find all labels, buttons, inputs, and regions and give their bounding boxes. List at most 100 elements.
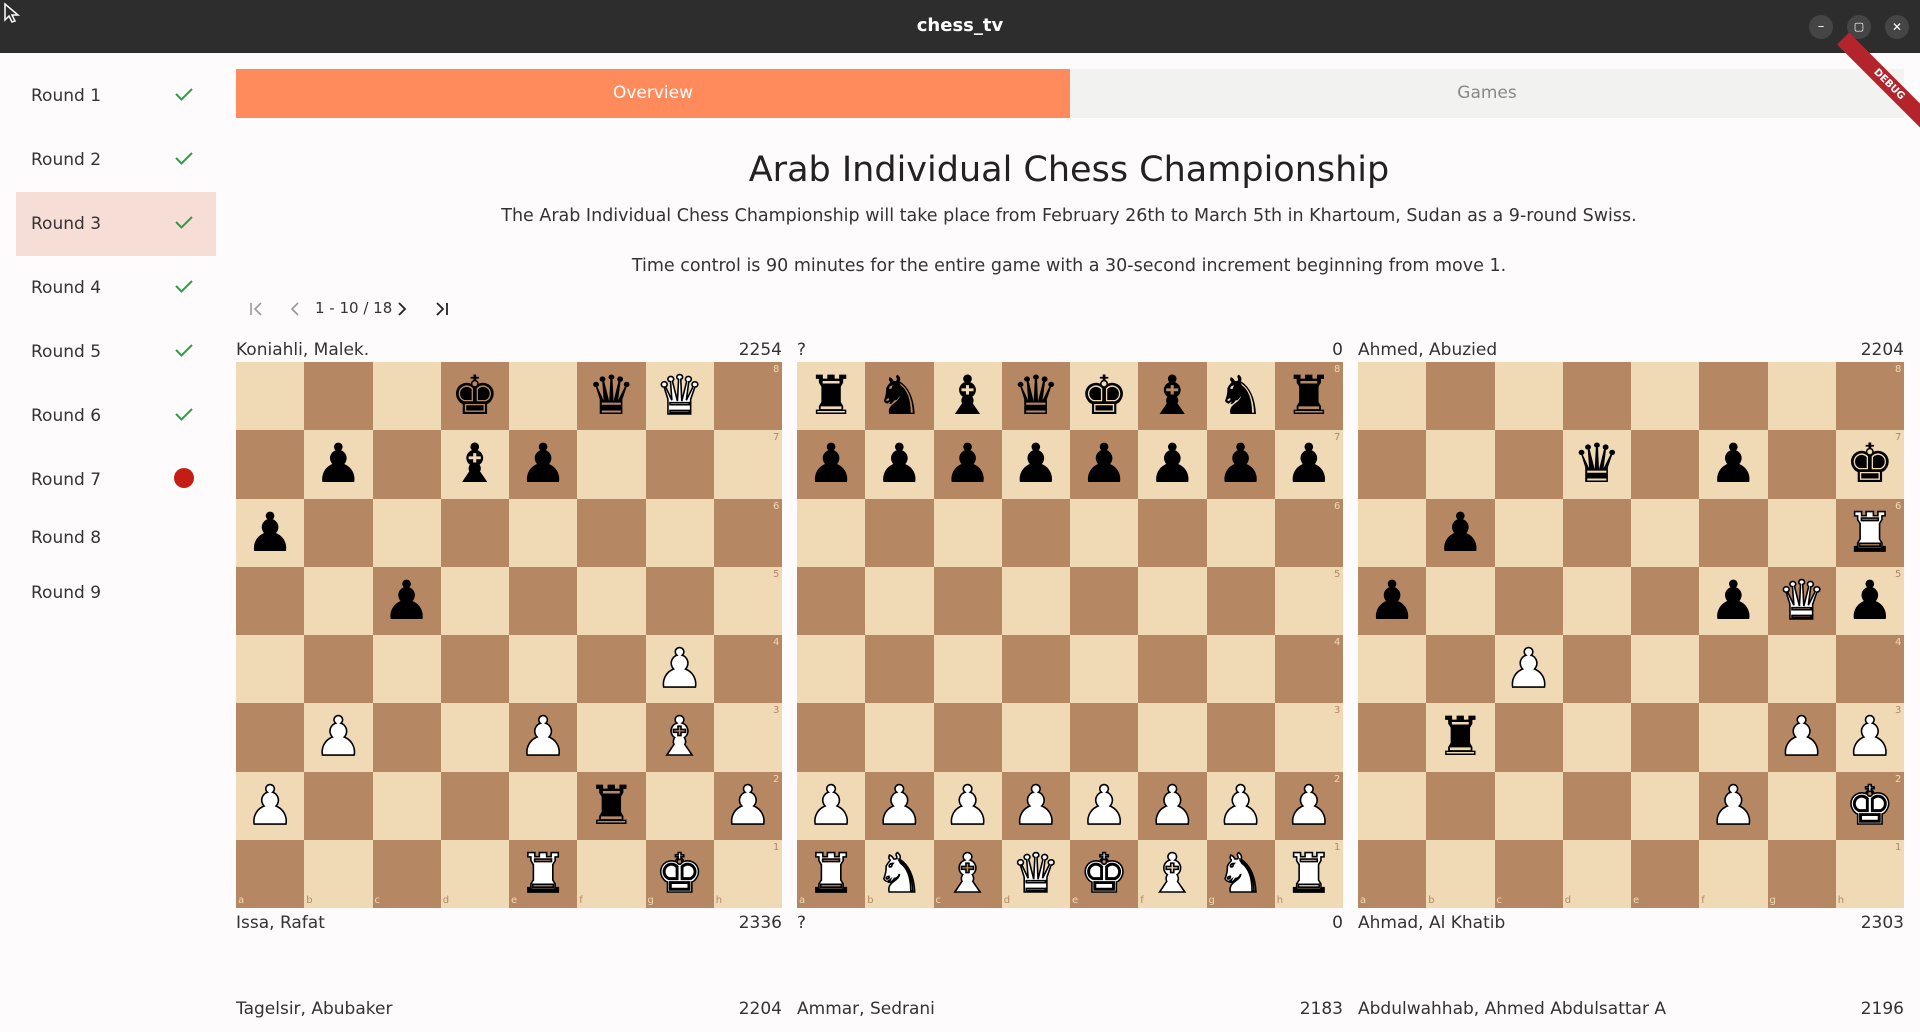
board-square[interactable] [1562, 498, 1631, 567]
board-square[interactable] [1562, 362, 1631, 431]
board-square[interactable] [1358, 498, 1427, 567]
board-square[interactable] [1426, 430, 1495, 499]
board-square[interactable] [1699, 498, 1768, 567]
game-card[interactable]: ? 0 8 7 6 5 4 3 2 a b c d e f g 1 h ♜ ♞ ♝ ♛ ♚ ♝ ♞ ♜ ♟ ♟ ♟ ♟ ♟ ♟ ♟ ♟ ♟ ♟ ♟ ♟ ♟ ♟… [797, 339, 1343, 939]
board-square[interactable] [713, 703, 782, 772]
sidebar-item-round-5[interactable]: Round 5 [16, 320, 216, 384]
board-square[interactable] [713, 362, 782, 431]
board-square[interactable] [509, 566, 578, 635]
board-square[interactable] [1138, 703, 1207, 772]
board-square[interactable] [372, 635, 441, 704]
board-square[interactable] [1070, 498, 1139, 567]
board-square[interactable] [577, 703, 646, 772]
board-square[interactable] [865, 635, 934, 704]
board-square[interactable] [1206, 566, 1275, 635]
board-square[interactable] [577, 839, 646, 908]
board-square[interactable] [1494, 566, 1563, 635]
board-square[interactable] [1767, 771, 1836, 840]
board-square[interactable] [1835, 839, 1904, 908]
board-square[interactable] [1206, 635, 1275, 704]
tab-overview[interactable]: Overview [236, 69, 1070, 118]
game-card[interactable]: Ahmed, Abuzied 2204 8 7 6 5 4 3 2 a b c d e f g 1 h ♛ ♟ ♚ ♟ ♜ ♟… [1358, 339, 1904, 939]
board-square[interactable] [372, 430, 441, 499]
next-page-button[interactable] [389, 296, 415, 322]
board-square[interactable] [1426, 635, 1495, 704]
board-square[interactable] [1070, 703, 1139, 772]
sidebar-item-round-7[interactable]: Round 7 [16, 448, 216, 512]
chess-board[interactable]: 8 7 6 5 4 3 2 a b c d e f g 1 h ♚ ♛ ♛ ♟ ♝ ♟ ♟ ♟ ♟ ♟ ♟ ♝ ♟ ♜ ♟ ♜ ♚ [236, 362, 782, 908]
board-square[interactable] [645, 566, 714, 635]
board-square[interactable] [865, 703, 934, 772]
board-square[interactable] [372, 362, 441, 431]
board-square[interactable] [1631, 771, 1700, 840]
board-square[interactable] [1631, 498, 1700, 567]
board-square[interactable] [1631, 362, 1700, 431]
board-square[interactable] [797, 498, 866, 567]
chess-board[interactable]: 8 7 6 5 4 3 2 a b c d e f g 1 h ♛ ♟ ♚ ♟ ♜ ♟ ♟ ♛ ♟ ♟ ♜ ♟ ♟ ♟ ♚ [1358, 362, 1904, 908]
board-square[interactable] [1138, 566, 1207, 635]
board-square[interactable] [1494, 498, 1563, 567]
sidebar-item-round-4[interactable]: Round 4 [16, 256, 216, 320]
board-square[interactable] [236, 635, 305, 704]
board-square[interactable] [1358, 362, 1427, 431]
board-square[interactable] [1699, 703, 1768, 772]
board-square[interactable] [236, 430, 305, 499]
board-square[interactable] [1562, 771, 1631, 840]
board-square[interactable] [797, 703, 866, 772]
last-page-button[interactable] [429, 296, 455, 322]
board-square[interactable] [1835, 362, 1904, 431]
board-square[interactable] [1631, 430, 1700, 499]
board-square[interactable] [713, 635, 782, 704]
board-square[interactable] [1494, 771, 1563, 840]
board-square[interactable] [1562, 635, 1631, 704]
board-square[interactable] [713, 430, 782, 499]
board-square[interactable] [933, 566, 1002, 635]
board-square[interactable] [865, 566, 934, 635]
sidebar-item-round-1[interactable]: Round 1 [16, 64, 216, 128]
board-square[interactable] [1070, 635, 1139, 704]
board-square[interactable] [865, 498, 934, 567]
board-square[interactable] [1699, 839, 1768, 908]
board-square[interactable] [1767, 362, 1836, 431]
board-square[interactable] [1274, 703, 1343, 772]
tab-games[interactable]: Games [1070, 69, 1904, 118]
board-square[interactable] [1562, 839, 1631, 908]
board-square[interactable] [645, 771, 714, 840]
board-square[interactable] [1562, 566, 1631, 635]
board-square[interactable] [1001, 703, 1070, 772]
board-square[interactable] [713, 566, 782, 635]
board-square[interactable] [645, 498, 714, 567]
board-square[interactable] [304, 566, 373, 635]
sidebar-item-round-2[interactable]: Round 2 [16, 128, 216, 192]
board-square[interactable] [577, 498, 646, 567]
board-square[interactable] [1426, 362, 1495, 431]
board-square[interactable] [1001, 498, 1070, 567]
minimize-button[interactable]: – [1809, 15, 1833, 39]
board-square[interactable] [1767, 430, 1836, 499]
sidebar-item-round-8[interactable]: Round 8 [16, 512, 216, 560]
board-square[interactable] [509, 362, 578, 431]
board-square[interactable] [509, 771, 578, 840]
sidebar-item-round-9[interactable]: Round 9 [16, 567, 216, 615]
board-square[interactable] [236, 362, 305, 431]
board-square[interactable] [1835, 635, 1904, 704]
board-square[interactable] [440, 771, 509, 840]
board-square[interactable] [797, 635, 866, 704]
board-square[interactable] [713, 498, 782, 567]
board-square[interactable] [1562, 703, 1631, 772]
board-square[interactable] [1631, 635, 1700, 704]
board-square[interactable] [304, 498, 373, 567]
board-square[interactable] [1426, 771, 1495, 840]
sidebar-item-round-3[interactable]: Round 3 [16, 192, 216, 256]
board-square[interactable] [304, 839, 373, 908]
board-square[interactable] [1358, 839, 1427, 908]
board-square[interactable] [372, 498, 441, 567]
board-square[interactable] [1138, 498, 1207, 567]
board-square[interactable] [577, 566, 646, 635]
board-square[interactable] [645, 430, 714, 499]
board-square[interactable] [236, 839, 305, 908]
board-square[interactable] [440, 703, 509, 772]
board-square[interactable] [1767, 839, 1836, 908]
board-square[interactable] [1206, 703, 1275, 772]
chess-board[interactable]: 8 7 6 5 4 3 2 a b c d e f g 1 h ♜ ♞ ♝ ♛ ♚ ♝ ♞ ♜ ♟ ♟ ♟ ♟ ♟ ♟ ♟ ♟ ♟ ♟ ♟ ♟ ♟ ♟ ♟ ♟… [797, 362, 1343, 908]
